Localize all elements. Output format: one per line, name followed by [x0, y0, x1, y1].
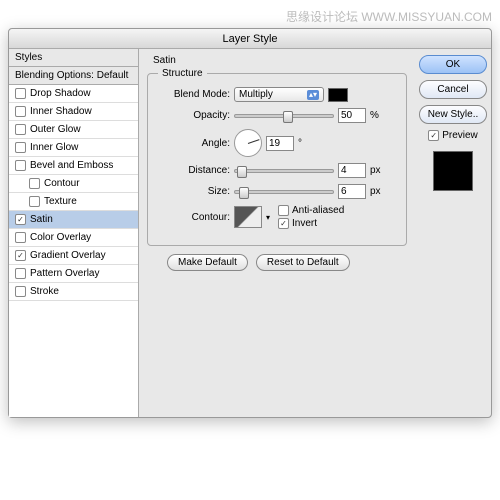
window-title: Layer Style: [9, 29, 491, 49]
style-label: Color Overlay: [30, 232, 91, 243]
slider-thumb[interactable]: [239, 187, 249, 199]
style-item-pattern-overlay[interactable]: Pattern Overlay: [9, 265, 138, 283]
style-label: Drop Shadow: [30, 88, 91, 99]
style-label: Satin: [30, 214, 53, 225]
color-swatch[interactable]: [328, 88, 348, 102]
style-checkbox[interactable]: [15, 232, 26, 243]
slider-thumb[interactable]: [237, 166, 247, 178]
style-label: Stroke: [30, 286, 59, 297]
structure-legend: Structure: [158, 68, 207, 79]
opacity-input[interactable]: 50: [338, 108, 366, 123]
angle-unit: °: [298, 138, 302, 149]
style-checkbox[interactable]: [15, 88, 26, 99]
ok-button[interactable]: OK: [419, 55, 487, 74]
style-checkbox[interactable]: [29, 178, 40, 189]
size-input[interactable]: 6: [338, 184, 366, 199]
reset-default-button[interactable]: Reset to Default: [256, 254, 350, 271]
distance-slider[interactable]: [234, 169, 334, 173]
size-unit: px: [370, 186, 381, 197]
style-item-color-overlay[interactable]: Color Overlay: [9, 229, 138, 247]
blend-mode-select[interactable]: Multiply ▴▾: [234, 87, 324, 102]
opacity-row: Opacity: 50 %: [158, 108, 396, 123]
contour-dropdown-icon[interactable]: ▾: [266, 213, 270, 222]
style-item-contour[interactable]: Contour: [9, 175, 138, 193]
contour-row: Contour: ▾ Anti-aliased Invert: [158, 205, 396, 229]
style-checkbox[interactable]: [15, 160, 26, 171]
slider-thumb[interactable]: [283, 111, 293, 123]
style-label: Contour: [44, 178, 80, 189]
style-checkbox[interactable]: [15, 250, 26, 261]
watermark-text: 思缘设计论坛 WWW.MISSYUAN.COM: [286, 8, 492, 25]
opacity-unit: %: [370, 110, 379, 121]
style-checkbox[interactable]: [15, 124, 26, 135]
angle-dial[interactable]: [234, 129, 262, 157]
new-style-button[interactable]: New Style..: [419, 105, 487, 124]
blend-mode-value: Multiply: [239, 89, 273, 100]
anti-aliased-option[interactable]: Anti-aliased: [278, 205, 344, 216]
blending-options-header[interactable]: Blending Options: Default: [9, 67, 138, 85]
preview-option[interactable]: Preview: [428, 130, 478, 141]
angle-row: Angle: 19 °: [158, 129, 396, 157]
style-item-texture[interactable]: Texture: [9, 193, 138, 211]
style-checkbox[interactable]: [15, 268, 26, 279]
size-row: Size: 6 px: [158, 184, 396, 199]
style-checkbox[interactable]: [15, 142, 26, 153]
blend-mode-row: Blend Mode: Multiply ▴▾: [158, 87, 396, 102]
style-item-inner-glow[interactable]: Inner Glow: [9, 139, 138, 157]
distance-row: Distance: 4 px: [158, 163, 396, 178]
preview-swatch: [433, 151, 473, 191]
cancel-button[interactable]: Cancel: [419, 80, 487, 99]
style-label: Outer Glow: [30, 124, 81, 135]
opacity-slider[interactable]: [234, 114, 334, 118]
styles-header[interactable]: Styles: [9, 49, 138, 67]
style-label: Inner Glow: [30, 142, 78, 153]
anti-aliased-checkbox[interactable]: [278, 205, 289, 216]
layer-style-dialog: Layer Style Styles Blending Options: Def…: [8, 28, 492, 418]
make-default-button[interactable]: Make Default: [167, 254, 248, 271]
default-buttons-row: Make Default Reset to Default: [167, 254, 407, 271]
style-item-drop-shadow[interactable]: Drop Shadow: [9, 85, 138, 103]
blend-mode-label: Blend Mode:: [158, 89, 230, 100]
invert-checkbox[interactable]: [278, 218, 289, 229]
right-panel: OK Cancel New Style.. Preview: [415, 49, 491, 417]
style-label: Texture: [44, 196, 77, 207]
style-checkbox[interactable]: [15, 286, 26, 297]
size-slider[interactable]: [234, 190, 334, 194]
chevron-updown-icon: ▴▾: [307, 90, 319, 100]
styles-list: Drop Shadow Inner Shadow Outer Glow Inner G…: [9, 85, 138, 301]
dialog-body: Styles Blending Options: Default Drop Sh…: [9, 49, 491, 417]
anti-aliased-label: Anti-aliased: [292, 205, 344, 216]
invert-option[interactable]: Invert: [278, 218, 344, 229]
distance-input[interactable]: 4: [338, 163, 366, 178]
opacity-label: Opacity:: [158, 110, 230, 121]
size-label: Size:: [158, 186, 230, 197]
style-checkbox[interactable]: [15, 214, 26, 225]
angle-label: Angle:: [158, 138, 230, 149]
preview-checkbox[interactable]: [428, 130, 439, 141]
style-item-inner-shadow[interactable]: Inner Shadow: [9, 103, 138, 121]
section-title: Satin: [153, 55, 407, 66]
styles-panel: Styles Blending Options: Default Drop Sh…: [9, 49, 139, 417]
distance-unit: px: [370, 165, 381, 176]
style-label: Bevel and Emboss: [30, 160, 113, 171]
preview-label: Preview: [442, 130, 478, 141]
style-item-stroke[interactable]: Stroke: [9, 283, 138, 301]
style-item-bevel-and-emboss[interactable]: Bevel and Emboss: [9, 157, 138, 175]
invert-label: Invert: [292, 218, 317, 229]
distance-label: Distance:: [158, 165, 230, 176]
style-label: Gradient Overlay: [30, 250, 106, 261]
contour-label: Contour:: [158, 212, 230, 223]
style-item-outer-glow[interactable]: Outer Glow: [9, 121, 138, 139]
main-panel: Satin Structure Blend Mode: Multiply ▴▾ …: [139, 49, 415, 417]
style-label: Inner Shadow: [30, 106, 92, 117]
structure-fieldset: Structure Blend Mode: Multiply ▴▾ Opacit…: [147, 68, 407, 246]
style-item-satin[interactable]: Satin: [9, 211, 138, 229]
style-item-gradient-overlay[interactable]: Gradient Overlay: [9, 247, 138, 265]
angle-input[interactable]: 19: [266, 136, 294, 151]
style-label: Pattern Overlay: [30, 268, 99, 279]
style-checkbox[interactable]: [15, 106, 26, 117]
contour-picker[interactable]: [234, 206, 262, 228]
style-checkbox[interactable]: [29, 196, 40, 207]
